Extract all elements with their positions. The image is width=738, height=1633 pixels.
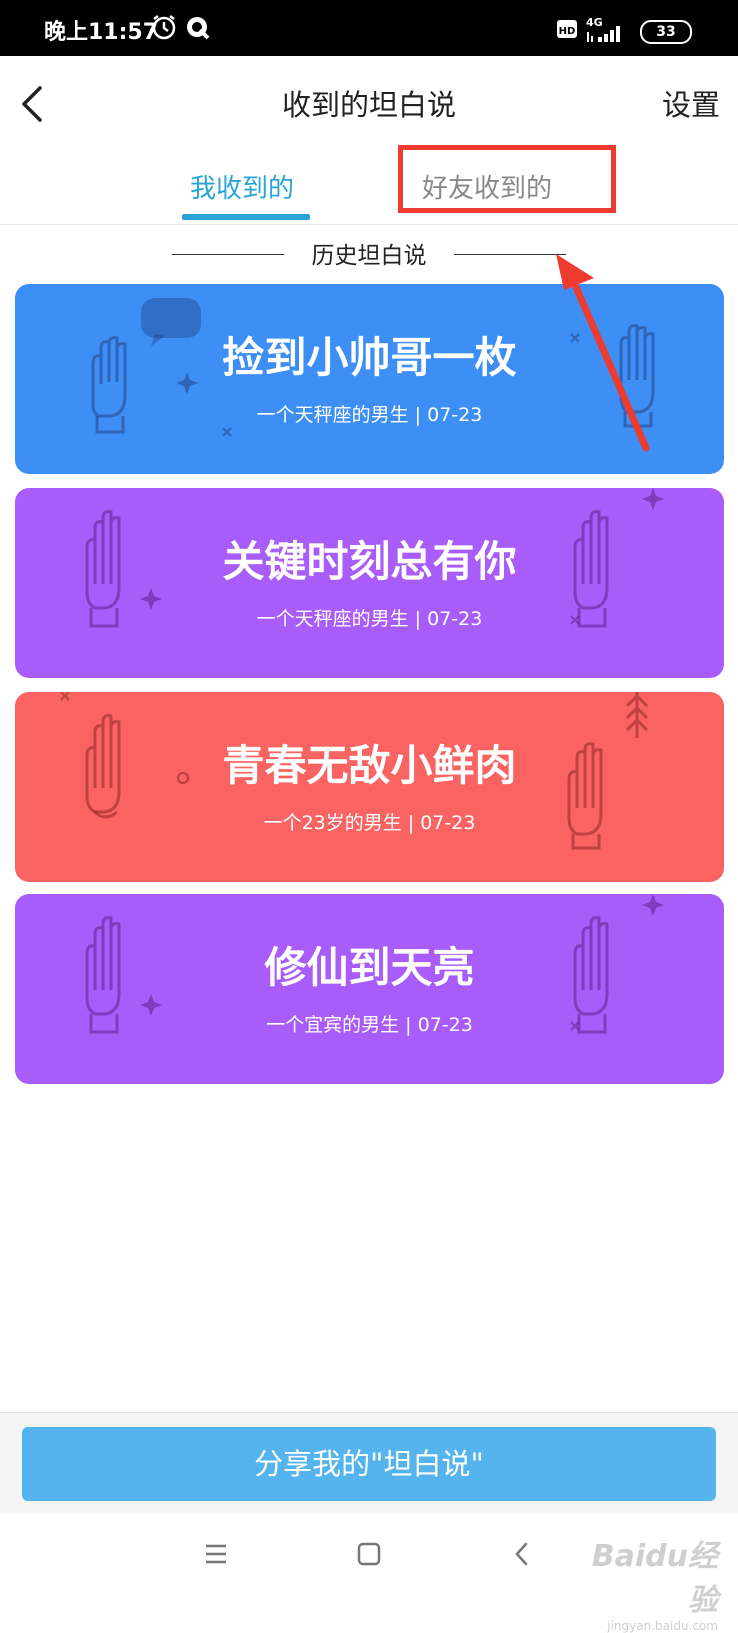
home-icon[interactable] [356,1541,382,1567]
confession-card[interactable]: 修仙到天亮 一个宜宾的男生 | 07-23 [15,894,724,1084]
tab-bar: 我收到的 好友收到的 [0,146,738,225]
hd-icon: HD [557,20,577,38]
watermark-subtext: jingyan.baidu.com [607,1619,718,1633]
confession-card[interactable]: 捡到小帅哥一枚 一个天秤座的男生 | 07-23 [15,284,724,474]
card-title: 关键时刻总有你 [222,537,517,586]
active-tab-indicator [182,214,310,220]
status-time: 晚上11:57 [44,20,159,45]
menu-icon[interactable] [204,1543,228,1565]
annotation-highlight-box [398,145,616,213]
signal-icon [587,26,620,42]
back-nav-icon[interactable] [512,1541,532,1567]
page-title: 收到的坦白说 [281,88,456,122]
section-header: 历史坦白说 [0,232,738,272]
card-title: 捡到小帅哥一枚 [222,333,517,382]
section-title: 历史坦白说 [311,243,427,269]
share-button[interactable]: 分享我的"坦白说" [22,1427,716,1501]
svg-text:HD: HD [559,26,576,37]
card-title: 修仙到天亮 [264,943,475,992]
confession-card[interactable]: 关键时刻总有你 一个天秤座的男生 | 07-23 [15,488,724,678]
section-divider-right [454,254,566,255]
card-subtitle: 一个天秤座的男生 | 07-23 [256,404,483,426]
card-subtitle: 一个天秤座的男生 | 07-23 [256,608,483,630]
q-app-icon [187,17,210,40]
settings-button[interactable]: 设置 [662,82,720,124]
watermark: Baidu经验 jingyan.baidu.com [568,1531,718,1633]
navbar: 收到的坦白说 设置 [0,56,738,146]
bottom-action-area: 分享我的"坦白说" [0,1412,738,1513]
card-subtitle: 一个23岁的男生 | 07-23 [263,812,476,834]
system-nav-bar: Baidu经验 jingyan.baidu.com [0,1513,738,1633]
card-subtitle: 一个宜宾的男生 | 07-23 [266,1014,473,1036]
alarm-icon [152,15,176,40]
confession-card[interactable]: 青春无敌小鲜肉 一个23岁的男生 | 07-23 [15,692,724,882]
tab-my-received[interactable]: 我收到的 [190,168,294,205]
status-bar: 晚上11:57 HD 4G 33 [0,0,738,56]
battery-indicator: 33 [640,20,692,44]
card-title: 青春无敌小鲜肉 [222,741,517,790]
watermark-text: Baidu经验 [591,1539,718,1618]
